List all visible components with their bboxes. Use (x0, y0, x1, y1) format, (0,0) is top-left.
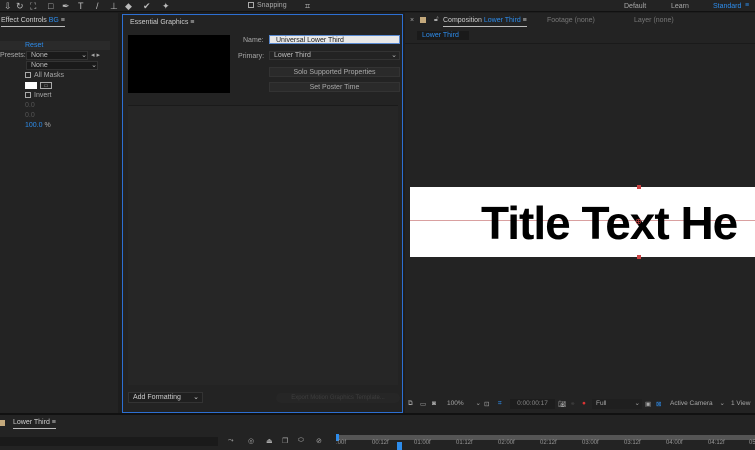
monitor-icon[interactable]: ▭ (420, 400, 426, 408)
vr-icon[interactable]: ◙ (432, 400, 436, 407)
label-color-icon (0, 420, 5, 426)
zoom-dropdown[interactable]: 100% ⌄ (443, 399, 481, 409)
time-tick: 04:12f (708, 440, 725, 446)
time-tick: 03:12f (624, 440, 641, 446)
solo-supported-properties-button[interactable]: Solo Supported Properties (269, 67, 400, 77)
invert-checkbox[interactable]: Invert (25, 92, 52, 99)
time-tick: 01:00f (414, 440, 431, 446)
frame-blending-icon[interactable]: ⏏ (266, 437, 273, 445)
name-label: Name: (243, 37, 264, 44)
close-icon[interactable]: × (410, 17, 414, 24)
snapshot-icon[interactable]: 📷︎ (558, 400, 566, 408)
eraser-tool-icon[interactable]: ◆ (125, 1, 132, 12)
color-swatch[interactable] (25, 82, 37, 89)
channel-icon[interactable]: ● (582, 400, 586, 407)
layer-tab[interactable]: Layer (none) (634, 17, 674, 24)
effect-controls-tab[interactable]: Effect Controls BG ≡ (1, 17, 65, 27)
set-poster-time-button[interactable]: Set Poster Time (269, 82, 400, 92)
camera-dropdown[interactable]: Active Camera ⌄ (667, 399, 725, 409)
comp-breadcrumb[interactable]: Lower Third (417, 31, 469, 40)
composition-tab[interactable]: Composition Lower Third ≡ (443, 17, 527, 27)
type-tool-icon[interactable]: T (78, 1, 84, 11)
value-2[interactable]: 0.0 (25, 112, 35, 119)
layer-search-input[interactable] (0, 437, 218, 446)
graph-editor-icon[interactable]: ⬭ (298, 437, 304, 445)
reset-link[interactable]: Reset (25, 42, 43, 49)
playhead[interactable] (397, 442, 402, 450)
rotate-tool-icon[interactable]: ↻ (16, 1, 24, 12)
composition-flowchart-icon[interactable]: ⤳ (228, 437, 234, 445)
snapping-checkbox[interactable]: Snapping (248, 2, 287, 9)
preset2-dropdown[interactable]: None ⌄ (26, 61, 98, 70)
resolution-dropdown[interactable]: Full ⌄ (592, 399, 642, 409)
effect-controls-title: Effect Controls (1, 17, 47, 24)
all-masks-checkbox[interactable]: All Masks (25, 72, 64, 79)
timeline-tab[interactable]: Lower Third ≡ (13, 419, 56, 429)
primary-label: Primary: (238, 53, 265, 60)
viewer-toolbar: ⧉ ▭ ◙ 100% ⌄ ⊡ ⌗ 0:00:00:17 📷︎ ⚭ ● Full ⌄ … (405, 398, 755, 412)
current-time[interactable]: 0:00:00:17 (510, 399, 555, 409)
comp-canvas[interactable]: Title Text He ⊕ (410, 187, 755, 257)
time-tick: 02:00f (498, 440, 515, 446)
add-formatting-dropdown[interactable]: Add Formatting ⌄ (128, 392, 203, 403)
region-of-interest-icon[interactable]: ▣ (645, 400, 651, 408)
composition-panel: × 🔓︎ Composition Lower Third ≡ Footage (… (405, 13, 755, 413)
workspace-learn[interactable]: Learn (671, 3, 689, 10)
snap-icon[interactable]: ⌗ (305, 1, 310, 12)
camera-tool-icon[interactable]: ⛶ (30, 1, 36, 12)
prev-next-preset-icon[interactable]: ◂ ▸ (91, 51, 100, 59)
time-tick: 00:12f (372, 440, 389, 446)
rectangle-tool-icon[interactable]: □ (48, 1, 53, 11)
motion-blur-icon[interactable]: ❐ (282, 437, 288, 445)
label-color-icon (420, 17, 426, 23)
stamp-tool-icon[interactable]: ⊥ (110, 1, 118, 12)
mask-visibility-icon[interactable]: ⌗ (498, 400, 502, 408)
draft-3d-icon[interactable]: ⊘ (316, 437, 322, 445)
snapping-label: Snapping (257, 2, 287, 9)
views-dropdown[interactable]: 1 View (728, 399, 755, 409)
poster-thumbnail (128, 35, 230, 93)
essential-graphics-panel: Essential Graphics ≡ Name: Universal Low… (122, 14, 403, 413)
primary-dropdown[interactable]: Lower Third ⌄ (269, 51, 400, 60)
transparency-grid-icon[interactable]: ⊠ (656, 400, 661, 408)
export-mogrt-button[interactable]: Export Motion Graphics Template... (276, 393, 400, 403)
show-snapshot-icon[interactable]: ⚭ (570, 400, 575, 408)
time-tick: 04:00f (666, 440, 683, 446)
effect-controls-panel: Effect Controls BG ≡ Reset Presets: None… (0, 13, 118, 413)
properties-area (128, 105, 398, 385)
time-tick: 05 (749, 440, 755, 446)
anchor-point-icon[interactable]: ⊕ (635, 217, 642, 226)
puppet-pin-icon[interactable]: ✦ (162, 1, 170, 12)
opacity-unit: % (44, 122, 51, 129)
preset-dropdown[interactable]: None ⌄ (26, 51, 88, 60)
name-input[interactable]: Universal Lower Third (269, 35, 400, 44)
eyedropper-icon[interactable]: ▭ (40, 82, 52, 89)
roto-brush-icon[interactable]: ✔ (143, 1, 151, 12)
pen-tool-icon[interactable]: ✒ (62, 1, 70, 12)
always-preview-icon[interactable]: ⧉ (408, 400, 413, 408)
opacity-value[interactable]: 100.0 (25, 122, 43, 129)
effect-controls-layer: BG (48, 17, 59, 24)
handle-top[interactable] (637, 185, 641, 189)
time-tick: 03:00f (582, 440, 599, 446)
brush-tool-icon[interactable]: / (96, 1, 99, 11)
time-tick: 02:12f (540, 440, 557, 446)
value-1[interactable]: 0.0 (25, 102, 35, 109)
time-tick: :00f (336, 440, 347, 446)
toolbar: ⇩ ↻ ⛶ □ ✒ T / ⊥ ◆ ✔ ✦ Snapping ⌗ Default… (0, 0, 755, 12)
workspace-menu-icon[interactable]: ≡ (745, 2, 749, 9)
shy-layers-icon[interactable]: ◎ (248, 437, 254, 445)
lock-icon[interactable]: 🔓︎ (434, 16, 439, 24)
essential-graphics-tab[interactable]: Essential Graphics ≡ (130, 19, 194, 26)
footage-tab[interactable]: Footage (none) (547, 17, 595, 24)
title-text-layer[interactable]: Title Text He (481, 196, 738, 250)
presets-label: Presets: (0, 52, 26, 59)
arrow-icon[interactable]: ⇩ (4, 1, 12, 12)
handle-bottom[interactable] (637, 255, 641, 259)
workspace-default[interactable]: Default (624, 3, 646, 10)
safe-margins-icon[interactable]: ⊡ (484, 400, 489, 408)
time-tick: 01:12f (456, 440, 473, 446)
workspace-standard[interactable]: Standard (713, 3, 741, 10)
